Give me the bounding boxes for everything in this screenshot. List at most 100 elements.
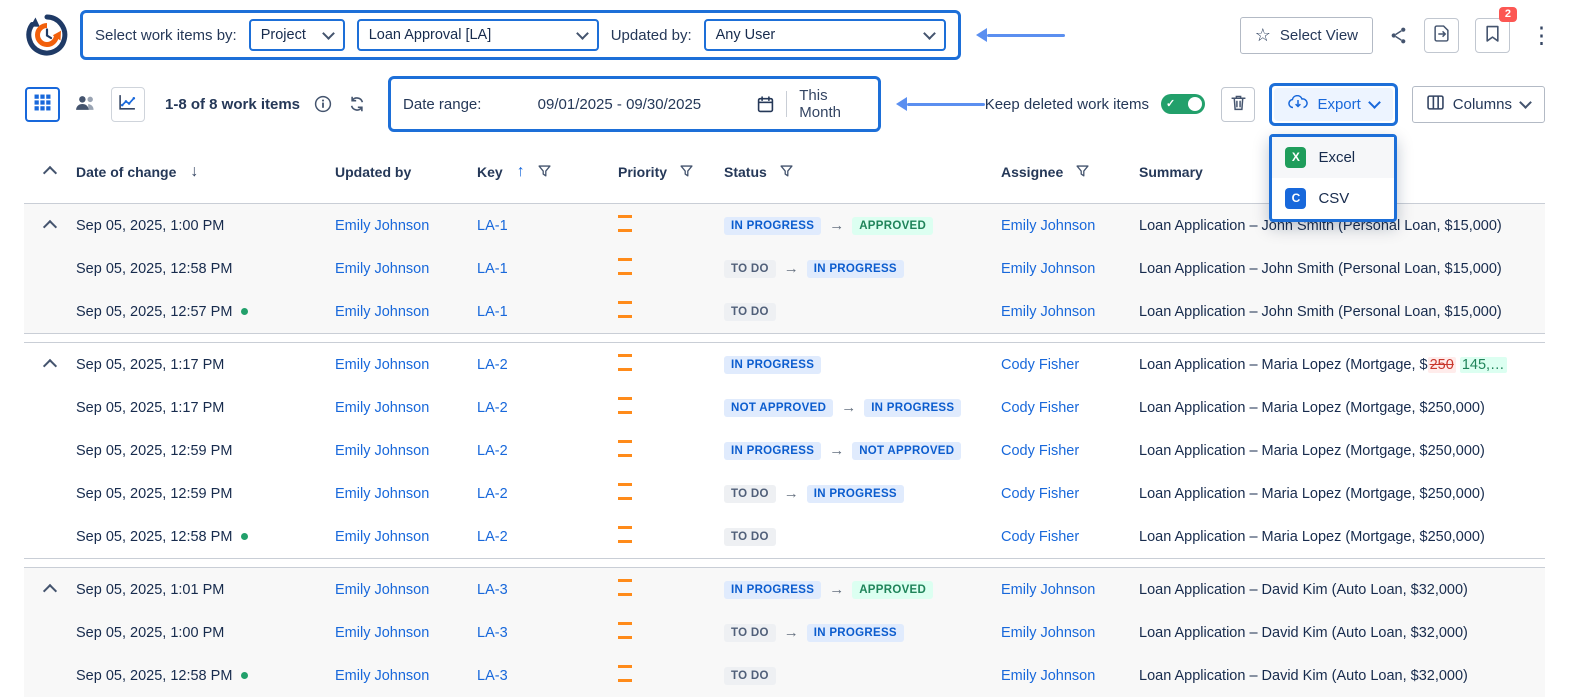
select-view-label: Select View bbox=[1280, 27, 1358, 44]
export-csv-item[interactable]: C CSV bbox=[1272, 178, 1394, 219]
date-range-input[interactable]: 09/01/2025 - 09/30/2025 bbox=[493, 96, 745, 113]
updated-by-link[interactable]: Emily Johnson bbox=[335, 261, 429, 277]
assignee-link[interactable]: Cody Fisher bbox=[1001, 443, 1079, 459]
calendar-icon[interactable] bbox=[757, 96, 774, 113]
key-link[interactable]: LA-2 bbox=[477, 443, 508, 459]
row-group: Sep 05, 2025, 1:00 PM Emily Johnson LA-1… bbox=[24, 203, 1545, 334]
keep-deleted-toggle[interactable]: ✓ bbox=[1161, 94, 1205, 114]
collapse-group-icon[interactable] bbox=[43, 220, 57, 234]
updated-by-dropdown[interactable]: Any User bbox=[704, 19, 946, 51]
updated-by-link[interactable]: Emily Johnson bbox=[335, 218, 429, 234]
select-by-dropdown[interactable]: Project bbox=[249, 19, 345, 51]
updated-by-link[interactable]: Emily Johnson bbox=[335, 529, 429, 545]
filter-icon[interactable] bbox=[538, 165, 551, 178]
select-work-items-label: Select work items by: bbox=[95, 27, 237, 44]
select-view-button[interactable]: ☆ Select View bbox=[1240, 17, 1373, 54]
col-status[interactable]: Status bbox=[724, 164, 767, 180]
status-badge: TO DO bbox=[724, 260, 776, 278]
status-badge: NOT APPROVED bbox=[724, 399, 833, 417]
updated-by-link[interactable]: Emily Johnson bbox=[335, 486, 429, 502]
export-page-button[interactable] bbox=[1424, 18, 1459, 53]
filter-icon[interactable] bbox=[780, 165, 793, 178]
annotation-box-export: Export bbox=[1269, 83, 1397, 126]
collapse-group-icon[interactable] bbox=[43, 359, 57, 373]
key-link[interactable]: LA-2 bbox=[477, 486, 508, 502]
updated-by-link[interactable]: Emily Johnson bbox=[335, 582, 429, 598]
col-key[interactable]: Key bbox=[477, 164, 503, 180]
updated-by-link[interactable]: Emily Johnson bbox=[335, 400, 429, 416]
kebab-menu-icon[interactable]: ⋮ bbox=[1526, 24, 1557, 47]
updated-by-value: Any User bbox=[716, 27, 776, 43]
col-assignee[interactable]: Assignee bbox=[1001, 164, 1063, 180]
delete-button[interactable] bbox=[1221, 87, 1255, 122]
bookmark-icon bbox=[1485, 25, 1500, 45]
change-date: Sep 05, 2025, 12:57 PM bbox=[76, 304, 232, 320]
assignee-link[interactable]: Emily Johnson bbox=[1001, 625, 1095, 641]
assignee-link[interactable]: Emily Johnson bbox=[1001, 668, 1095, 684]
export-wrap: Export X Excel C CSV bbox=[1269, 83, 1397, 126]
collapse-all-icon[interactable] bbox=[43, 166, 57, 180]
work-item-filter-bar: Select work items by: Project Loan Appro… bbox=[80, 10, 961, 60]
select-by-value: Project bbox=[261, 27, 306, 43]
collapse-group-icon[interactable] bbox=[43, 584, 57, 598]
project-value: Loan Approval [LA] bbox=[369, 27, 492, 43]
filter-icon[interactable] bbox=[1076, 165, 1089, 178]
assignee-link[interactable]: Emily Johnson bbox=[1001, 304, 1095, 320]
updated-by-link[interactable]: Emily Johnson bbox=[335, 357, 429, 373]
people-view-button[interactable] bbox=[68, 87, 103, 122]
assignee-link[interactable]: Emily Johnson bbox=[1001, 218, 1095, 234]
info-icon[interactable] bbox=[314, 95, 332, 113]
export-excel-item[interactable]: X Excel bbox=[1272, 137, 1394, 178]
col-date-of-change[interactable]: Date of change bbox=[76, 164, 176, 180]
table-view-button[interactable] bbox=[25, 87, 60, 122]
columns-button[interactable]: Columns bbox=[1412, 86, 1545, 123]
sort-asc-icon[interactable]: ↑ bbox=[517, 163, 525, 181]
updated-by-link[interactable]: Emily Johnson bbox=[335, 304, 429, 320]
assignee-link[interactable]: Cody Fisher bbox=[1001, 486, 1079, 502]
key-link[interactable]: LA-3 bbox=[477, 625, 508, 641]
project-dropdown[interactable]: Loan Approval [LA] bbox=[357, 19, 599, 51]
col-priority[interactable]: Priority bbox=[618, 164, 667, 180]
history-row: Sep 05, 2025, 1:17 PM Emily Johnson LA-2… bbox=[24, 386, 1545, 429]
history-row: Sep 05, 2025, 1:17 PM Emily Johnson LA-2… bbox=[24, 343, 1545, 386]
updated-by-link[interactable]: Emily Johnson bbox=[335, 668, 429, 684]
export-button[interactable]: Export bbox=[1274, 88, 1392, 121]
summary-added-text: 145,… bbox=[1460, 357, 1507, 373]
key-link[interactable]: LA-3 bbox=[477, 582, 508, 598]
date-preset-label[interactable]: This Month bbox=[799, 87, 865, 121]
status-badge: APPROVED bbox=[852, 217, 933, 235]
keep-deleted-label: Keep deleted work items bbox=[985, 96, 1149, 113]
share-icon[interactable] bbox=[1389, 26, 1408, 45]
key-link[interactable]: LA-2 bbox=[477, 529, 508, 545]
status-badge: IN PROGRESS bbox=[807, 624, 904, 642]
star-icon: ☆ bbox=[1255, 26, 1271, 44]
priority-medium-icon bbox=[618, 622, 632, 639]
updates-button[interactable]: 2 bbox=[1475, 18, 1510, 53]
updated-by-link[interactable]: Emily Johnson bbox=[335, 625, 429, 641]
assignee-link[interactable]: Emily Johnson bbox=[1001, 582, 1095, 598]
key-link[interactable]: LA-1 bbox=[477, 218, 508, 234]
chart-view-button[interactable] bbox=[111, 87, 145, 122]
updated-by-link[interactable]: Emily Johnson bbox=[335, 443, 429, 459]
refresh-icon[interactable] bbox=[348, 95, 366, 113]
change-date: Sep 05, 2025, 12:58 PM bbox=[76, 261, 232, 277]
assignee-link[interactable]: Cody Fisher bbox=[1001, 400, 1079, 416]
notification-badge: 2 bbox=[1499, 7, 1517, 22]
key-link[interactable]: LA-2 bbox=[477, 357, 508, 373]
assignee-link[interactable]: Cody Fisher bbox=[1001, 529, 1079, 545]
key-link[interactable]: LA-1 bbox=[477, 261, 508, 277]
status-badge: TO DO bbox=[724, 528, 776, 546]
export-label: Export bbox=[1317, 96, 1360, 113]
key-link[interactable]: LA-2 bbox=[477, 400, 508, 416]
summary-text: Loan Application – Maria Lopez (Mortgage… bbox=[1139, 357, 1545, 373]
filter-icon[interactable] bbox=[680, 165, 693, 178]
sort-desc-icon[interactable]: ↓ bbox=[190, 163, 198, 181]
top-bar: Select work items by: Project Loan Appro… bbox=[0, 0, 1595, 64]
col-updated-by[interactable]: Updated by bbox=[335, 164, 411, 180]
assignee-link[interactable]: Cody Fisher bbox=[1001, 357, 1079, 373]
summary-text: Loan Application – John Smith (Personal … bbox=[1139, 304, 1545, 320]
key-link[interactable]: LA-1 bbox=[477, 304, 508, 320]
assignee-link[interactable]: Emily Johnson bbox=[1001, 261, 1095, 277]
status-badge: IN PROGRESS bbox=[807, 260, 904, 278]
key-link[interactable]: LA-3 bbox=[477, 668, 508, 684]
